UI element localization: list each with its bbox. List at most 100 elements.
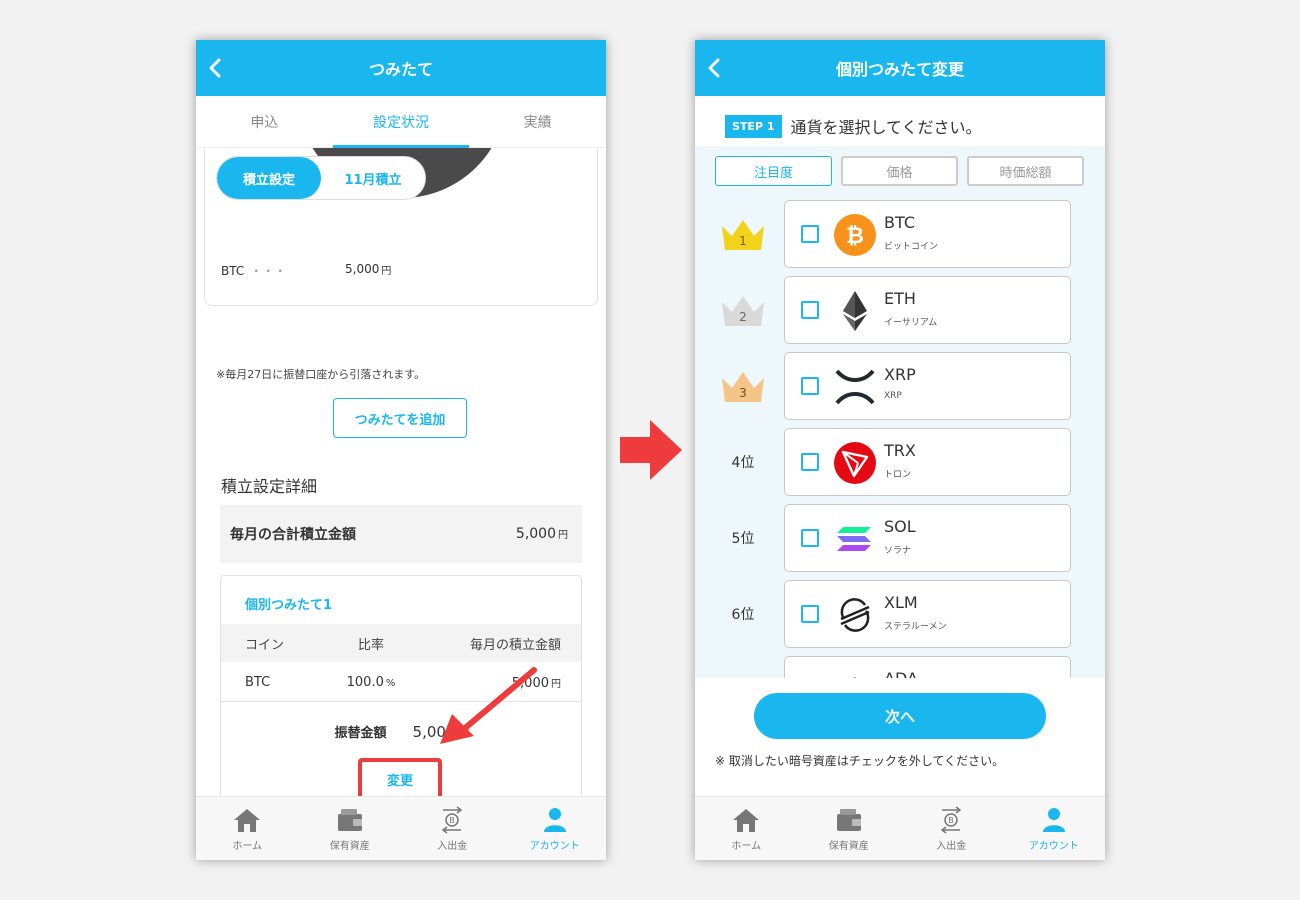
annotation-arrow-icon: [440, 667, 537, 744]
nav-deposit-withdraw-label: 入出金: [936, 840, 967, 852]
transfer-bitcoin-icon: B: [941, 805, 962, 834]
rank-label: 4位: [731, 455, 755, 471]
coin-symbol: XRP: [884, 365, 916, 384]
tab-results[interactable]: 実績: [469, 96, 606, 147]
coin-card-xlm[interactable]: XLM ステラルーメン: [784, 580, 1071, 648]
coin-card-ada[interactable]: ADA: [784, 656, 1071, 678]
left-phone-screen: つみたて 申込 設定状況 実績 BTC ・・・ 5,000 円 積立設定 11月積立…: [196, 40, 606, 860]
header-title: 個別つみたて変更: [835, 60, 964, 79]
coin-symbol: BTC: [884, 213, 915, 232]
legend-coin: BTC: [221, 264, 245, 278]
segment-accumulation-settings[interactable]: 積立設定: [217, 157, 321, 199]
chart-legend: BTC ・・・ 5,000 円: [221, 262, 391, 279]
add-tsumitate-button[interactable]: つみたてを追加: [333, 398, 467, 438]
coin-checkbox[interactable]: [801, 605, 819, 623]
header-ratio: 比率: [357, 637, 384, 653]
step-badge: STEP 1: [725, 114, 782, 138]
coin-checkbox[interactable]: [801, 377, 819, 395]
list-item: 3 XRP XRP: [695, 352, 1105, 420]
nav-home[interactable]: ホーム: [695, 797, 798, 860]
tab-application[interactable]: 申込: [196, 96, 333, 147]
sort-market-cap[interactable]: 時価総額: [967, 156, 1084, 186]
legend-amount: 5,000: [345, 262, 380, 276]
list-item: 6位 XLM ステラルーメン: [695, 580, 1105, 648]
svg-text:B: B: [949, 816, 955, 825]
back-icon[interactable]: [204, 56, 228, 80]
transfer-label: 振替金額: [334, 726, 387, 741]
nav-deposit-withdraw-label: 入出金: [437, 840, 468, 852]
nav-home-label: ホーム: [731, 840, 762, 852]
coin-symbol: TRX: [884, 441, 916, 460]
nav-assets[interactable]: 保有資産: [299, 797, 402, 860]
debit-note: ※毎月27日に振替口座から引落されます。: [216, 368, 426, 381]
coin-name: トロン: [884, 470, 912, 480]
tab-settings-status[interactable]: 設定状況: [332, 96, 470, 148]
account-icon: [1042, 807, 1065, 832]
step-heading: STEP 1 通貨を選択してください。: [725, 114, 982, 138]
coin-symbol: XLM: [884, 593, 918, 612]
nav-deposit-withdraw[interactable]: B 入出金: [900, 797, 1003, 860]
nav-assets[interactable]: 保有資産: [798, 797, 901, 860]
sort-tabs: 注目度 価格 時価総額: [715, 156, 1084, 186]
stellar-icon: [840, 598, 870, 632]
home-icon: [733, 808, 760, 832]
silver-crown-icon: 2: [722, 296, 764, 326]
tab-bar: 申込 設定状況 実績: [196, 96, 606, 148]
coin-name: ビットコイン: [884, 242, 939, 252]
list-item: 4位 TRX トロン: [695, 428, 1105, 496]
rank-number: 3: [739, 386, 747, 400]
right-phone-screen: 個別つみたて変更 STEP 1 通貨を選択してください。 注目度 価格 時価総額…: [695, 40, 1105, 860]
list-item: ADA: [695, 656, 1105, 678]
monthly-total-unit: 円: [558, 530, 568, 541]
app-header: 個別つみたて変更: [695, 40, 1105, 96]
row-coin: BTC: [245, 675, 271, 690]
nav-home[interactable]: ホーム: [196, 797, 299, 860]
segment-november[interactable]: 11月積立: [321, 157, 425, 199]
uncheck-note: ※ 取消したい暗号資産はチェックを外してください。: [715, 754, 1005, 768]
monthly-total-label: 毎月の合計積立金額: [230, 527, 356, 543]
next-button[interactable]: 次へ: [754, 693, 1046, 739]
nav-assets-label: 保有資産: [329, 840, 370, 852]
bottom-nav: ホーム 保有資産 B 入出金 アカウント: [695, 796, 1105, 860]
coin-card-btc[interactable]: ₿ BTC ビットコイン: [784, 200, 1071, 268]
coin-checkbox[interactable]: [801, 225, 819, 243]
change-button[interactable]: 変更: [358, 758, 442, 796]
coin-list: 注目度 価格 時価総額 1 ₿ BTC ビットコイン 2 ETH イーサリアム: [695, 146, 1105, 678]
nav-account[interactable]: アカウント: [1003, 797, 1106, 860]
coin-checkbox[interactable]: [801, 301, 819, 319]
coin-symbol: ADA: [884, 669, 918, 678]
cardano-icon: [853, 677, 857, 678]
sort-price[interactable]: 価格: [841, 156, 958, 186]
svg-text:B: B: [450, 816, 456, 825]
coin-card-sol[interactable]: SOL ソラナ: [784, 504, 1071, 572]
coin-card-eth[interactable]: ETH イーサリアム: [784, 276, 1071, 344]
segment-control: 積立設定 11月積立: [216, 156, 426, 200]
legend-dots: ・・・: [250, 264, 287, 278]
sort-attention[interactable]: 注目度: [715, 156, 832, 186]
flow-arrow-icon: [620, 420, 682, 480]
xrp-icon: [835, 369, 875, 405]
nav-home-label: ホーム: [232, 840, 263, 852]
row-ratio-unit: %: [385, 678, 396, 689]
bottom-nav: ホーム 保有資産 B 入出金 アカウント: [196, 796, 606, 860]
home-icon: [234, 808, 261, 832]
step-instruction: 通貨を選択してください。: [790, 118, 982, 137]
coin-checkbox[interactable]: [801, 529, 819, 547]
transfer-bitcoin-icon: B: [442, 805, 463, 834]
svg-text:₿: ₿: [846, 224, 864, 249]
coin-card-xrp[interactable]: XRP XRP: [784, 352, 1071, 420]
coin-symbol: ETH: [884, 289, 916, 308]
coin-name: ソラナ: [884, 546, 912, 556]
monthly-total-row: 毎月の合計積立金額 5,000 円: [220, 505, 582, 563]
back-icon[interactable]: [703, 56, 727, 80]
legend-unit: 円: [381, 266, 392, 277]
gold-crown-icon: 1: [722, 220, 764, 250]
wallet-icon: [836, 808, 861, 831]
coin-name: イーサリアム: [884, 318, 938, 328]
nav-deposit-withdraw[interactable]: B 入出金: [401, 797, 504, 860]
nav-account[interactable]: アカウント: [504, 797, 607, 860]
list-item: 1 ₿ BTC ビットコイン: [695, 200, 1105, 268]
coin-card-trx[interactable]: TRX トロン: [784, 428, 1071, 496]
coin-checkbox[interactable]: [801, 453, 819, 471]
tron-icon: [834, 442, 876, 484]
